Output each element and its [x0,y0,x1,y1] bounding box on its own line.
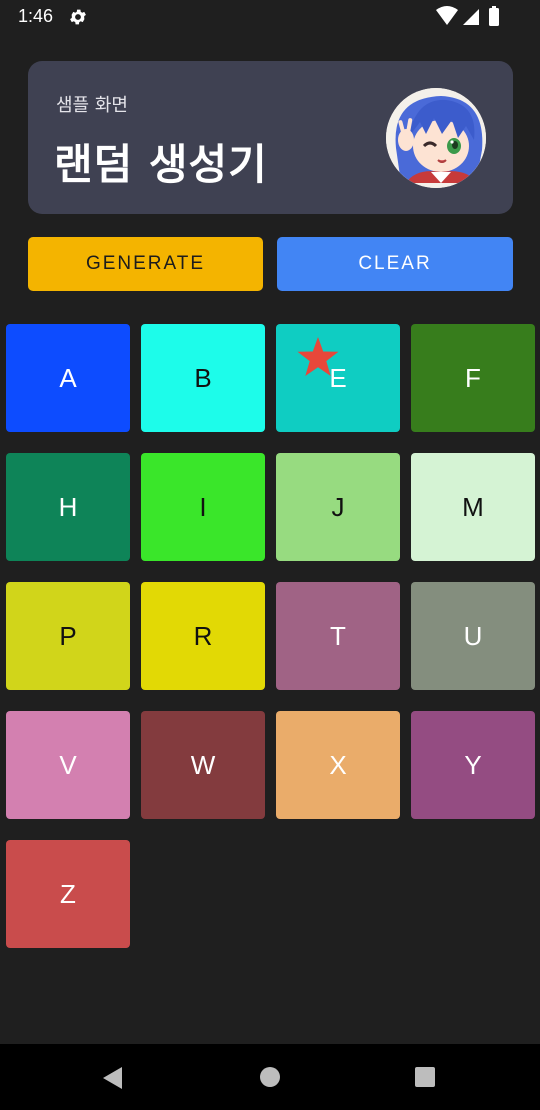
wifi-icon [436,6,458,25]
recents-icon[interactable] [415,1067,435,1087]
tile-b[interactable]: B [141,324,265,432]
home-icon[interactable] [259,1066,281,1088]
page-title: 랜덤 생성기 [54,140,268,189]
gear-icon [70,9,86,25]
signal-icon [463,9,479,25]
star-icon [297,337,339,376]
back-icon[interactable] [102,1066,124,1090]
tile-m[interactable]: M [411,453,535,561]
tile-i[interactable]: I [141,453,265,561]
status-icons [436,6,499,26]
status-time: 1:46 [18,6,54,26]
tile-j[interactable]: J [276,453,400,561]
tile-x[interactable]: X [276,711,400,819]
tile-y[interactable]: Y [411,711,535,819]
tile-p[interactable]: P [6,582,130,690]
tile-t[interactable]: T [276,582,400,690]
tile-a[interactable]: A [6,324,130,432]
tile-r[interactable]: R [141,582,265,690]
generate-button[interactable]: GENERATE [28,237,263,291]
anime-character-icon [386,88,486,188]
header-card: 샘플 화면 랜덤 생성기 [28,61,513,214]
tile-w[interactable]: W [141,711,265,819]
tile-u[interactable]: U [411,582,535,690]
clear-button[interactable]: CLEAR [277,237,513,291]
navigation-bar [0,1044,540,1110]
tile-z[interactable]: Z [6,840,130,948]
status-bar: 1:46 [0,0,540,36]
battery-icon [489,8,499,26]
tile-f[interactable]: F [411,324,535,432]
tile-h[interactable]: H [6,453,130,561]
header-subtitle: 샘플 화면 [56,95,128,116]
tile-v[interactable]: V [6,711,130,819]
app-screen: 1:46 샘플 화면 랜덤 생성기 GENERATE CLEAR A B E F… [0,0,540,1110]
avatar [386,88,486,188]
